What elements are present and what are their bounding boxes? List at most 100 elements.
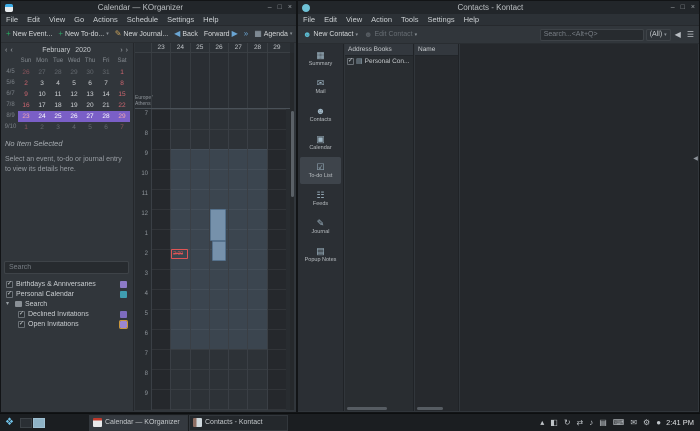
network-tray-icon[interactable]: ⇄ — [577, 418, 584, 427]
sidebar-item-popup-notes[interactable]: ▤ Popup Notes — [300, 241, 341, 268]
calendar-checkbox[interactable] — [18, 320, 25, 328]
calendar-color-swatch[interactable] — [120, 280, 127, 288]
task-button-calendar-korganizer[interactable]: Calendar — KOrganizer — [89, 414, 188, 431]
week-number[interactable]: 9/10 — [3, 122, 18, 133]
agenda-allday-cell[interactable] — [151, 53, 170, 108]
maximize-button[interactable]: □ — [278, 1, 282, 14]
declined-event-block[interactable]: 2:00 — [171, 249, 188, 259]
agenda-scrollbar-thumb[interactable] — [290, 111, 294, 197]
date-cell[interactable]: 24 — [34, 111, 50, 122]
contact-list-name-header[interactable]: Name — [415, 44, 458, 56]
date-cell[interactable]: 26 — [66, 111, 82, 122]
minimize-button[interactable]: – — [268, 1, 272, 14]
calendar-color-swatch[interactable] — [120, 310, 127, 318]
next-year-button[interactable]: › — [126, 47, 128, 54]
week-number[interactable]: 5/6 — [3, 78, 18, 89]
calendar-item-birthdays-anniversaries[interactable]: Birthdays & Anniversaries — [4, 279, 129, 289]
date-cell[interactable]: 22 — [114, 100, 130, 111]
forward-button[interactable]: Forward ▶ — [202, 29, 240, 39]
date-cell[interactable]: 27 — [34, 67, 50, 78]
date-cell[interactable]: 19 — [66, 100, 82, 111]
sidebar-item-mail[interactable]: ✉ Mail — [300, 73, 341, 100]
sidebar-item-to-do-list[interactable]: ☑ To-do List — [300, 157, 341, 184]
date-cell[interactable]: 17 — [34, 100, 50, 111]
date-cell[interactable]: 20 — [82, 100, 98, 111]
calendar-color-swatch[interactable] — [120, 290, 127, 298]
korganizer-menu-schedule[interactable]: Schedule — [127, 15, 158, 24]
agenda-allday-cell[interactable] — [266, 53, 286, 108]
sidebar-item-summary[interactable]: ▦ Summary — [300, 45, 341, 72]
calendar-item-search[interactable]: ▾ Search — [4, 299, 129, 309]
event-block[interactable] — [209, 209, 227, 241]
date-cell[interactable]: 7 — [114, 122, 130, 133]
date-cell[interactable]: 2 — [34, 122, 50, 133]
task-button-contacts-kontact[interactable]: Contacts - Kontact — [189, 414, 288, 431]
agenda-day-header[interactable]: 24 — [170, 43, 189, 53]
date-cell[interactable]: 15 — [114, 89, 130, 100]
address-books-hscrollbar[interactable] — [347, 407, 387, 410]
agenda-day-header[interactable]: 28 — [247, 43, 266, 53]
edit-contact-button[interactable]: ☻ Edit Contact ▾ — [362, 30, 419, 40]
kontact-titlebar[interactable]: Contacts - Kontact – □ × — [298, 1, 699, 14]
korganizer-menu-settings[interactable]: Settings — [167, 15, 194, 24]
year-label[interactable]: 2020 — [75, 47, 91, 54]
back-button[interactable]: ◀ Back — [172, 29, 200, 39]
date-cell[interactable]: 6 — [98, 122, 114, 133]
week-number[interactable]: 4/5 — [3, 67, 18, 78]
agenda-day-header[interactable]: 25 — [189, 43, 209, 53]
date-cell[interactable]: 5 — [66, 78, 82, 89]
date-cell[interactable]: 30 — [82, 67, 98, 78]
contact-list-hscrollbar[interactable] — [417, 407, 443, 410]
contact-search-input[interactable] — [539, 28, 644, 41]
date-cell[interactable]: 2 — [18, 78, 34, 89]
month-label[interactable]: February — [42, 47, 70, 54]
display-tray-icon[interactable]: ◧ — [550, 418, 558, 427]
date-cell[interactable]: 31 — [98, 67, 114, 78]
keyboard-tray-icon[interactable]: ⌨ — [613, 418, 625, 427]
agenda-day-header[interactable]: 23 — [151, 43, 170, 53]
date-cell[interactable]: 1 — [18, 122, 34, 133]
close-button[interactable]: × — [288, 1, 292, 14]
next-x-days-button[interactable]: » — [242, 29, 250, 39]
calendar-item-open-invitations[interactable]: Open Invitations — [4, 319, 129, 329]
maximize-button[interactable]: □ — [681, 1, 685, 14]
sidebar-item-contacts[interactable]: ☻ Contacts — [300, 101, 341, 128]
date-cell[interactable]: 21 — [98, 100, 114, 111]
calendar-item-declined-invitations[interactable]: Declined Invitations — [4, 309, 129, 319]
kontact-menu-tools[interactable]: Tools — [401, 15, 419, 24]
panel-collapse-handle-icon[interactable]: ◀ — [692, 148, 699, 168]
updates-tray-icon[interactable]: ↻ — [564, 418, 571, 427]
date-cell[interactable]: 13 — [82, 89, 98, 100]
prev-year-button[interactable]: ‹ — [5, 47, 7, 54]
kontact-menu-action[interactable]: Action — [371, 15, 392, 24]
date-cell[interactable]: 27 — [82, 111, 98, 122]
agenda-day-column[interactable] — [266, 109, 286, 410]
calendar-checkbox[interactable] — [6, 280, 13, 288]
date-cell[interactable]: 6 — [82, 78, 98, 89]
kontact-menu-edit[interactable]: Edit — [324, 15, 337, 24]
kontact-menu-settings[interactable]: Settings — [428, 15, 455, 24]
agenda-day-column[interactable] — [170, 109, 190, 410]
calendar-checkbox[interactable] — [6, 290, 13, 298]
address-book-checkbox[interactable] — [347, 58, 354, 65]
pager-desktop-2[interactable] — [33, 417, 45, 428]
korganizer-menu-edit[interactable]: Edit — [27, 15, 40, 24]
date-cell[interactable]: 1 — [114, 67, 130, 78]
date-cell[interactable]: 3 — [50, 122, 66, 133]
korganizer-titlebar[interactable]: Calendar — KOrganizer – □ × — [1, 1, 296, 14]
agenda-allday-cell[interactable] — [189, 53, 209, 108]
date-cell[interactable]: 9 — [18, 89, 34, 100]
tray-expander-icon[interactable]: ▴ — [540, 418, 544, 427]
pager-desktop-1[interactable] — [20, 417, 32, 428]
date-cell[interactable]: 23 — [18, 111, 34, 122]
date-cell[interactable]: 4 — [50, 78, 66, 89]
agenda-day-column[interactable] — [189, 109, 209, 410]
prev-month-button[interactable]: ‹ — [10, 47, 12, 54]
app-launcher-icon[interactable]: ❖ — [2, 415, 17, 430]
event-block[interactable] — [211, 241, 227, 261]
date-cell[interactable]: 28 — [50, 67, 66, 78]
calendar-search-input[interactable] — [4, 261, 129, 274]
agenda-day-header[interactable]: 26 — [208, 43, 228, 53]
date-cell[interactable]: 25 — [50, 111, 66, 122]
agenda-day-header[interactable]: 29 — [266, 43, 286, 53]
